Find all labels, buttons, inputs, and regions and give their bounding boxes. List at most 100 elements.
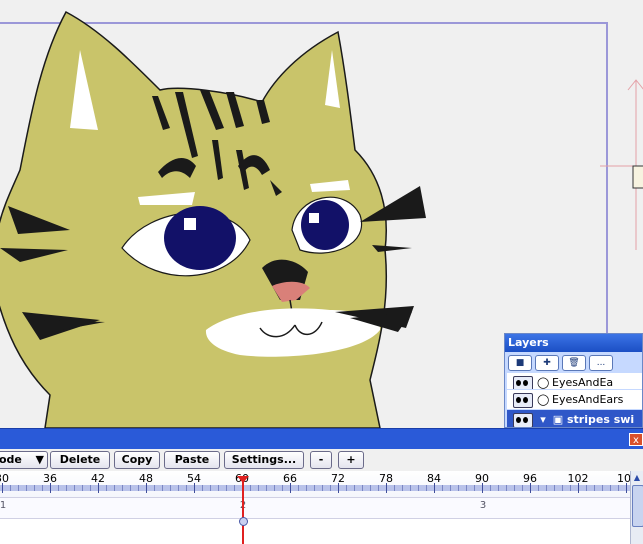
ruler-tick bbox=[162, 485, 163, 491]
zoom-in-button[interactable]: + bbox=[338, 451, 364, 469]
ruler-tick bbox=[498, 485, 499, 491]
ruler-tick bbox=[42, 485, 43, 491]
ruler-tick bbox=[2, 483, 3, 493]
ruler-tick bbox=[114, 485, 115, 491]
ruler-tick bbox=[10, 485, 11, 491]
timeline-title-bar: x bbox=[0, 428, 643, 450]
ruler-tick bbox=[282, 485, 283, 491]
ruler-tick bbox=[354, 485, 355, 491]
ruler-tick bbox=[530, 483, 531, 493]
scrollbar-thumb[interactable] bbox=[632, 485, 643, 527]
trash-icon[interactable]: 🗑 bbox=[562, 355, 586, 371]
ruler-tick bbox=[146, 483, 147, 493]
ruler-tick bbox=[514, 485, 515, 491]
ruler-tick bbox=[362, 485, 363, 491]
ruler-tick bbox=[82, 485, 83, 491]
delete-button[interactable]: Delete bbox=[50, 451, 110, 469]
ruler-tick bbox=[50, 483, 51, 493]
ruler-tick bbox=[226, 485, 227, 491]
keyframe-dot[interactable] bbox=[239, 517, 248, 526]
close-icon[interactable]: x bbox=[629, 433, 643, 446]
layer-track-row[interactable]: 1 2 3 bbox=[0, 497, 643, 519]
ruler-tick bbox=[554, 485, 555, 491]
ruler-tick bbox=[90, 485, 91, 491]
ruler-tick bbox=[610, 485, 611, 491]
ruler-tick bbox=[618, 485, 619, 491]
new-layer-icon[interactable]: ■ bbox=[508, 355, 532, 371]
chevron-down-icon: ▼ bbox=[35, 453, 44, 466]
visibility-eye-icon[interactable] bbox=[513, 393, 533, 408]
layer-name: EyesAndEa bbox=[552, 376, 614, 389]
ruler-tick bbox=[186, 485, 187, 491]
ruler-tick bbox=[586, 485, 587, 491]
frame-marker: 3 bbox=[479, 500, 487, 511]
ruler-tick bbox=[394, 485, 395, 491]
ruler-tick bbox=[434, 483, 435, 493]
right-eye-shine bbox=[309, 213, 319, 223]
timeline-scrollbar[interactable]: ▲ bbox=[630, 471, 643, 544]
layers-panel[interactable]: Layers ■ ✚ 🗑 ... ◯ EyesAndEa ◯ EyesAndEars… bbox=[504, 333, 643, 428]
ruler-tick bbox=[170, 485, 171, 491]
ruler-tick bbox=[594, 485, 595, 491]
settings-button[interactable]: Settings... bbox=[224, 451, 304, 469]
playhead-line[interactable] bbox=[242, 476, 244, 544]
ruler-tick bbox=[378, 485, 379, 491]
mode-select-label: ode bbox=[0, 453, 22, 466]
whisker bbox=[372, 245, 412, 252]
drawing-canvas[interactable]: Layers ■ ✚ 🗑 ... ◯ EyesAndEa ◯ EyesAndEars… bbox=[0, 0, 643, 428]
ruler-tick bbox=[546, 485, 547, 491]
ruler-tick bbox=[506, 485, 507, 491]
ruler-tick bbox=[562, 485, 563, 491]
ruler-tick bbox=[250, 485, 251, 491]
add-layer-icon[interactable]: ✚ bbox=[535, 355, 559, 371]
ruler-tick bbox=[74, 485, 75, 491]
scroll-up-icon[interactable]: ▲ bbox=[632, 473, 642, 483]
mode-select[interactable]: ode ▼ bbox=[0, 451, 48, 469]
timeline-toolbar: ode ▼ Delete Copy Paste Settings... - + bbox=[0, 449, 643, 472]
ruler-tick bbox=[466, 485, 467, 491]
ruler-tick bbox=[522, 485, 523, 491]
ruler-tick bbox=[122, 485, 123, 491]
ruler-tick bbox=[210, 485, 211, 491]
zoom-out-button[interactable]: - bbox=[310, 451, 332, 469]
timeline-panel[interactable]: x ode ▼ Delete Copy Paste Settings... - +… bbox=[0, 428, 643, 544]
ruler-tick bbox=[194, 483, 195, 493]
ruler-tick bbox=[490, 485, 491, 491]
ruler-tick bbox=[58, 485, 59, 491]
ruler-tick bbox=[234, 485, 235, 491]
ruler-tick bbox=[178, 485, 179, 491]
ruler-tick bbox=[106, 485, 107, 491]
visibility-eye-icon[interactable] bbox=[513, 413, 533, 427]
layer-row[interactable]: ◯ EyesAndEars bbox=[507, 389, 642, 409]
ruler-tick bbox=[338, 483, 339, 493]
ear-shape-icon: ◯ bbox=[537, 393, 550, 406]
ruler-tick bbox=[138, 485, 139, 491]
ruler-tick bbox=[66, 485, 67, 491]
layer-row-selected[interactable]: ▾ ▣ stripes swi bbox=[507, 409, 642, 427]
ruler-tick bbox=[18, 485, 19, 491]
ruler-tick bbox=[570, 485, 571, 491]
ruler-tick bbox=[202, 485, 203, 491]
ruler-tick bbox=[34, 485, 35, 491]
more-options-icon[interactable]: ... bbox=[589, 355, 613, 371]
ruler-tick bbox=[266, 485, 267, 491]
ruler-tick bbox=[98, 483, 99, 493]
ruler-tick bbox=[314, 485, 315, 491]
ruler-tick bbox=[370, 485, 371, 491]
transform-guide bbox=[600, 79, 643, 250]
expand-triangle-icon[interactable]: ▾ bbox=[537, 410, 549, 427]
ruler-tick bbox=[442, 485, 443, 491]
ruler-tick bbox=[450, 485, 451, 491]
ruler-tick bbox=[410, 485, 411, 491]
ruler-tick bbox=[274, 485, 275, 491]
ruler-tick bbox=[218, 485, 219, 491]
ruler-tick bbox=[538, 485, 539, 491]
ruler-tick bbox=[474, 485, 475, 491]
ruler-tick bbox=[578, 483, 579, 493]
layers-toolbar: ■ ✚ 🗑 ... bbox=[508, 355, 613, 371]
paste-button[interactable]: Paste bbox=[164, 451, 220, 469]
copy-button[interactable]: Copy bbox=[114, 451, 160, 469]
left-eye-shine bbox=[184, 218, 196, 230]
layer-name: EyesAndEars bbox=[552, 393, 624, 406]
ruler-tick bbox=[458, 485, 459, 491]
